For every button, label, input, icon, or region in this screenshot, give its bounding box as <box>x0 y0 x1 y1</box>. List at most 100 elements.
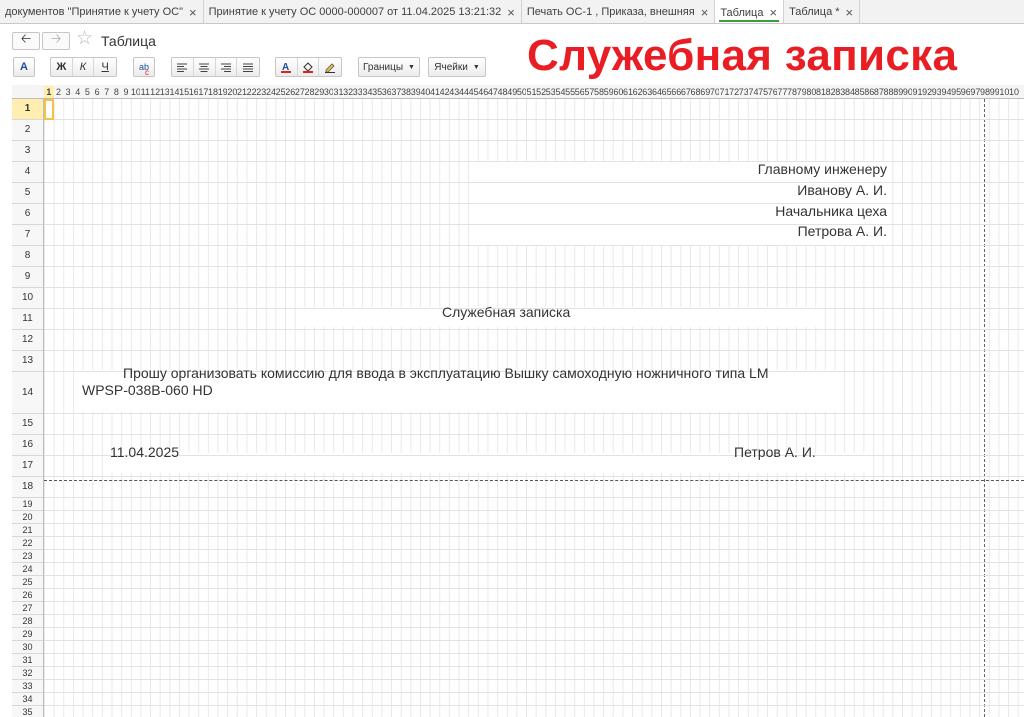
row-header[interactable]: 12 <box>12 330 43 351</box>
column-header[interactable]: 64 <box>652 86 662 98</box>
column-header[interactable]: 57 <box>584 86 594 98</box>
tab-table-modified[interactable]: Таблица * × <box>784 0 861 23</box>
row-header[interactable]: 30 <box>12 641 43 654</box>
column-header[interactable]: 88 <box>884 86 894 98</box>
column-header[interactable]: 95 <box>951 86 961 98</box>
row-header[interactable]: 19 <box>12 498 43 511</box>
column-header[interactable]: 61 <box>623 86 633 98</box>
column-header[interactable]: 23 <box>256 86 266 98</box>
column-header[interactable]: 92 <box>922 86 932 98</box>
column-header[interactable]: 80 <box>806 86 816 98</box>
row-header[interactable]: 8 <box>12 246 43 267</box>
column-header[interactable]: 6 <box>92 86 102 98</box>
column-header[interactable]: 76 <box>768 86 778 98</box>
column-header[interactable]: 56 <box>575 86 585 98</box>
column-header[interactable]: 40 <box>420 86 430 98</box>
column-header[interactable]: 24 <box>266 86 276 98</box>
column-header[interactable]: 28 <box>305 86 315 98</box>
row-header[interactable]: 28 <box>12 615 43 628</box>
selected-cell[interactable] <box>44 99 54 120</box>
row-header[interactable]: 3 <box>12 141 43 162</box>
column-header[interactable]: 32 <box>343 86 353 98</box>
column-header[interactable]: 39 <box>411 86 421 98</box>
underline-button[interactable]: Ч <box>94 58 116 76</box>
column-header[interactable]: 96 <box>961 86 971 98</box>
row-header[interactable]: 31 <box>12 654 43 667</box>
column-header[interactable]: 83 <box>835 86 845 98</box>
row-header[interactable]: 7 <box>12 225 43 246</box>
font-button[interactable]: A <box>13 57 35 77</box>
column-header[interactable]: 66 <box>671 86 681 98</box>
row-header[interactable]: 17 <box>12 456 43 477</box>
column-header[interactable]: 63 <box>642 86 652 98</box>
row-header[interactable]: 29 <box>12 628 43 641</box>
row-header[interactable]: 18 <box>12 477 43 498</box>
column-header[interactable]: 78 <box>787 86 797 98</box>
column-header[interactable]: 62 <box>633 86 643 98</box>
column-header[interactable]: 44 <box>459 86 469 98</box>
column-header[interactable]: 13 <box>160 86 170 98</box>
row-header[interactable]: 34 <box>12 693 43 706</box>
column-header[interactable]: 65 <box>662 86 672 98</box>
row-header[interactable]: 24 <box>12 563 43 576</box>
column-header[interactable]: 77 <box>777 86 787 98</box>
column-header[interactable]: 20 <box>227 86 237 98</box>
column-header[interactable]: 10 <box>131 86 141 98</box>
close-icon[interactable]: × <box>189 6 197 19</box>
column-header[interactable]: 47 <box>488 86 498 98</box>
row-header[interactable]: 26 <box>12 589 43 602</box>
row-header[interactable]: 1 <box>12 99 43 120</box>
column-header[interactable]: 41 <box>430 86 440 98</box>
column-header[interactable]: 30 <box>324 86 334 98</box>
forward-button[interactable]: 🡢 <box>42 31 70 50</box>
column-header[interactable]: 73 <box>739 86 749 98</box>
row-header[interactable]: 13 <box>12 351 43 372</box>
column-header[interactable]: 101 <box>1009 86 1019 98</box>
column-header[interactable]: 51 <box>527 86 537 98</box>
tab-documents-list[interactable]: документов "Принятие к учету ОС" × <box>0 0 204 23</box>
column-header[interactable]: 89 <box>893 86 903 98</box>
back-button[interactable]: 🡠 <box>12 31 40 50</box>
column-header[interactable]: 33 <box>353 86 363 98</box>
text-color-button[interactable]: A <box>276 58 298 76</box>
column-header[interactable]: 70 <box>710 86 720 98</box>
column-header[interactable]: 49 <box>507 86 517 98</box>
column-header[interactable]: 91 <box>913 86 923 98</box>
column-header[interactable]: 27 <box>295 86 305 98</box>
row-header[interactable]: 14 <box>12 372 43 414</box>
column-header[interactable]: 18 <box>208 86 218 98</box>
column-header[interactable]: 26 <box>285 86 295 98</box>
row-header[interactable]: 5 <box>12 183 43 204</box>
column-header[interactable]: 82 <box>826 86 836 98</box>
column-header[interactable]: 100 <box>999 86 1009 98</box>
row-header[interactable]: 16 <box>12 435 43 456</box>
row-header[interactable]: 27 <box>12 602 43 615</box>
align-left-button[interactable] <box>172 58 194 76</box>
column-header[interactable]: 84 <box>845 86 855 98</box>
column-header[interactable]: 7 <box>102 86 112 98</box>
column-header[interactable]: 19 <box>218 86 228 98</box>
column-header[interactable]: 45 <box>469 86 479 98</box>
column-header[interactable]: 21 <box>237 86 247 98</box>
column-header[interactable]: 93 <box>932 86 942 98</box>
column-header[interactable]: 52 <box>536 86 546 98</box>
column-header[interactable]: 4 <box>73 86 83 98</box>
column-header[interactable]: 43 <box>449 86 459 98</box>
cell-grid[interactable]: Главному инженеру Иванову А. И. Начальни… <box>44 99 1024 717</box>
column-header[interactable]: 53 <box>546 86 556 98</box>
spellcheck-button[interactable]: ab c <box>133 57 155 77</box>
row-header[interactable]: 25 <box>12 576 43 589</box>
row-header[interactable]: 23 <box>12 550 43 563</box>
column-header[interactable]: 22 <box>247 86 257 98</box>
column-header[interactable]: 98 <box>980 86 990 98</box>
column-header[interactable]: 50 <box>517 86 527 98</box>
column-header[interactable]: 60 <box>613 86 623 98</box>
favorite-star-icon[interactable]: ☆ <box>76 29 93 48</box>
column-header[interactable]: 86 <box>864 86 874 98</box>
row-header[interactable]: 11 <box>12 309 43 330</box>
column-header[interactable]: 8 <box>112 86 122 98</box>
column-header[interactable]: 58 <box>594 86 604 98</box>
row-header[interactable]: 2 <box>12 120 43 141</box>
column-header[interactable]: 75 <box>758 86 768 98</box>
column-header[interactable]: 31 <box>334 86 344 98</box>
